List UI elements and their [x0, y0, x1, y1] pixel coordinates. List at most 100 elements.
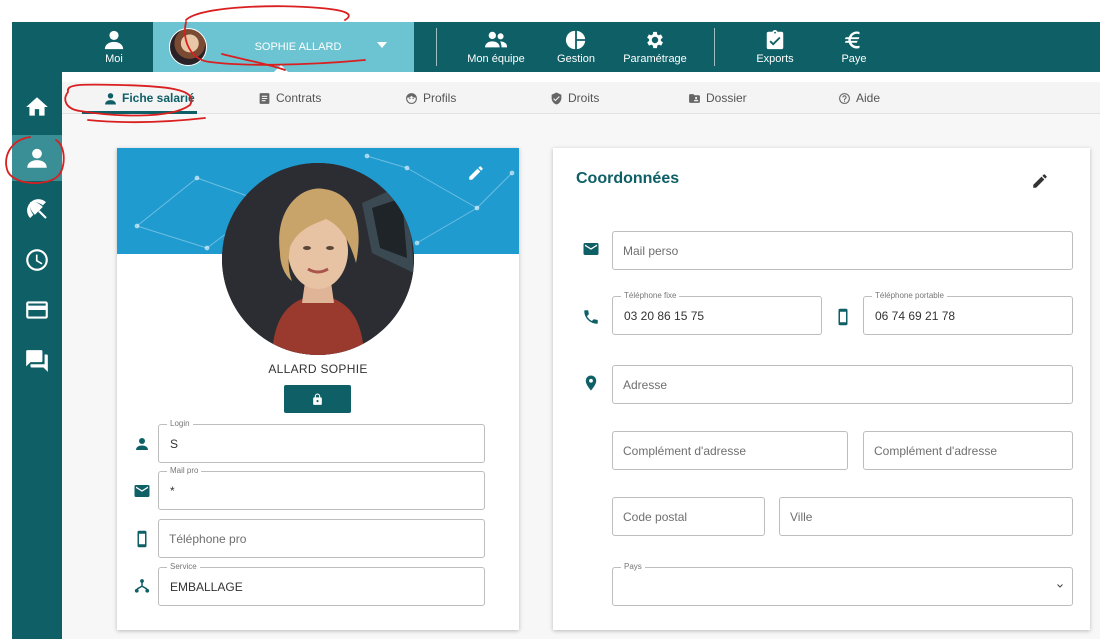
- team-icon: [485, 31, 507, 48]
- mail-pro-value: *: [170, 484, 175, 498]
- service-field[interactable]: Service EMBALLAGE: [158, 562, 485, 606]
- edit-coordonnees-icon[interactable]: [1031, 172, 1049, 190]
- email-icon: [133, 482, 151, 500]
- email-icon: [582, 240, 600, 258]
- user-avatar: [169, 28, 207, 66]
- tab-label: Droits: [568, 91, 600, 105]
- sidebar-item-profile[interactable]: [12, 135, 68, 181]
- telephone-portable-field[interactable]: Téléphone portable 06 74 69 21 78: [863, 291, 1073, 335]
- tab-dossier[interactable]: Dossier: [688, 82, 747, 114]
- ville-field[interactable]: Ville: [779, 497, 1073, 536]
- nav-gestion[interactable]: Gestion: [550, 22, 602, 72]
- pie-chart-icon: [565, 30, 586, 50]
- person-icon: [105, 92, 116, 104]
- sidebar-item-frais[interactable]: [12, 287, 62, 333]
- service-value: EMBALLAGE: [170, 580, 243, 594]
- clock-icon: [26, 249, 48, 271]
- nav-exports[interactable]: Exports: [748, 22, 802, 72]
- phone-icon: [582, 308, 600, 326]
- login-value: S: [170, 437, 179, 451]
- tab-aide[interactable]: Aide: [838, 82, 880, 114]
- complement-adresse-field-1[interactable]: Complément d'adresse: [612, 431, 848, 470]
- beach-umbrella-icon: [27, 199, 47, 219]
- profile-photo: [222, 163, 414, 355]
- employee-name: ALLARD SOPHIE: [268, 362, 368, 376]
- active-pointer: [274, 65, 288, 72]
- divider: [714, 28, 715, 66]
- nav-paye[interactable]: Paye: [830, 22, 878, 72]
- coordonnees-title: Coordonnées: [576, 170, 680, 187]
- tab-bar: Fiche salarié Contrats Profils Droits Do…: [62, 82, 1100, 114]
- nav-paye-label: Paye: [841, 53, 867, 65]
- login-field[interactable]: Login S: [158, 419, 485, 463]
- chevron-down-icon[interactable]: [377, 42, 387, 48]
- complement-adresse-placeholder: Complément d'adresse: [874, 444, 998, 458]
- tab-label: Fiche salarié: [122, 91, 195, 105]
- folder-icon: [689, 93, 700, 103]
- euro-icon: [844, 31, 860, 49]
- left-sidebar: [12, 72, 68, 639]
- sidebar-item-home[interactable]: [12, 84, 62, 130]
- nav-moi-label: Moi: [105, 53, 123, 65]
- telephone-fixe-field[interactable]: Téléphone fixe 03 20 86 15 75: [612, 291, 822, 335]
- mail-pro-field[interactable]: Mail pro *: [158, 466, 485, 510]
- tab-contrats[interactable]: Contrats: [258, 82, 321, 114]
- hierarchy-icon: [133, 578, 151, 596]
- pays-label: Pays: [621, 562, 645, 572]
- person-icon: [27, 148, 47, 168]
- adresse-placeholder: Adresse: [623, 378, 668, 392]
- tab-fiche-salarie[interactable]: Fiche salarié: [104, 82, 195, 114]
- profile-card: ALLARD SOPHIE Login S Mail pro * Télépho…: [117, 148, 519, 630]
- complement-adresse-placeholder: Complément d'adresse: [623, 444, 747, 458]
- location-pin-icon: [582, 374, 600, 392]
- sidebar-item-messages[interactable]: [12, 338, 62, 384]
- credit-card-icon: [26, 301, 48, 319]
- help-icon: [839, 92, 850, 104]
- mail-perso-field[interactable]: Mail perso: [612, 231, 1073, 270]
- tab-droits[interactable]: Droits: [550, 82, 599, 114]
- divider: [436, 28, 437, 66]
- face-icon: [406, 92, 417, 104]
- user-switcher[interactable]: SOPHIE ALLARD: [153, 22, 414, 72]
- nav-parametrage-label: Paramétrage: [623, 53, 687, 65]
- coordonnees-card: Coordonnées Mail perso Téléphone fixe 03…: [553, 148, 1090, 630]
- home-icon: [26, 97, 48, 116]
- telephone-pro-field[interactable]: Téléphone pro: [158, 519, 485, 558]
- telephone-portable-value: 06 74 69 21 78: [875, 309, 956, 323]
- code-postal-field[interactable]: Code postal: [612, 497, 765, 536]
- mail-perso-placeholder: Mail perso: [623, 244, 679, 258]
- tab-label: Profils: [423, 91, 457, 105]
- nav-mon-equipe-label: Mon équipe: [467, 53, 525, 65]
- telephone-pro-placeholder: Téléphone pro: [169, 532, 247, 546]
- gear-icon: [647, 31, 663, 49]
- tab-profils[interactable]: Profils: [405, 82, 456, 114]
- person-icon: [104, 30, 124, 50]
- lock-icon: [313, 393, 322, 405]
- sidebar-item-temps[interactable]: [12, 237, 62, 283]
- chat-icon: [26, 350, 48, 372]
- adresse-field[interactable]: Adresse: [612, 365, 1073, 404]
- shield-icon: [551, 92, 562, 104]
- pays-select[interactable]: Pays: [612, 562, 1073, 606]
- nav-parametrage[interactable]: Paramétrage: [618, 22, 692, 72]
- edit-photo-icon[interactable]: [467, 164, 485, 182]
- chevron-down-icon[interactable]: [1054, 580, 1066, 592]
- user-name: SOPHIE ALLARD: [254, 41, 342, 53]
- ville-placeholder: Ville: [790, 510, 813, 524]
- nav-mon-equipe[interactable]: Mon équipe: [464, 22, 528, 72]
- tab-label: Contrats: [276, 91, 322, 105]
- tab-label: Dossier: [706, 91, 747, 105]
- tab-label: Aide: [856, 91, 881, 105]
- clipboard-check-icon: [766, 29, 784, 50]
- person-icon: [133, 435, 151, 453]
- lock-button[interactable]: [284, 385, 351, 413]
- nav-moi[interactable]: Moi: [92, 22, 136, 72]
- mobile-phone-icon: [834, 308, 852, 326]
- nav-gestion-label: Gestion: [557, 53, 595, 65]
- mobile-phone-icon: [133, 530, 151, 548]
- document-icon: [259, 92, 270, 104]
- top-navigation-bar: Moi SOPHIE ALLARD Mon équipe Gestion Par…: [12, 22, 1100, 72]
- complement-adresse-field-2[interactable]: Complément d'adresse: [863, 431, 1073, 470]
- telephone-fixe-value: 03 20 86 15 75: [624, 309, 705, 323]
- sidebar-item-absences[interactable]: [12, 186, 62, 232]
